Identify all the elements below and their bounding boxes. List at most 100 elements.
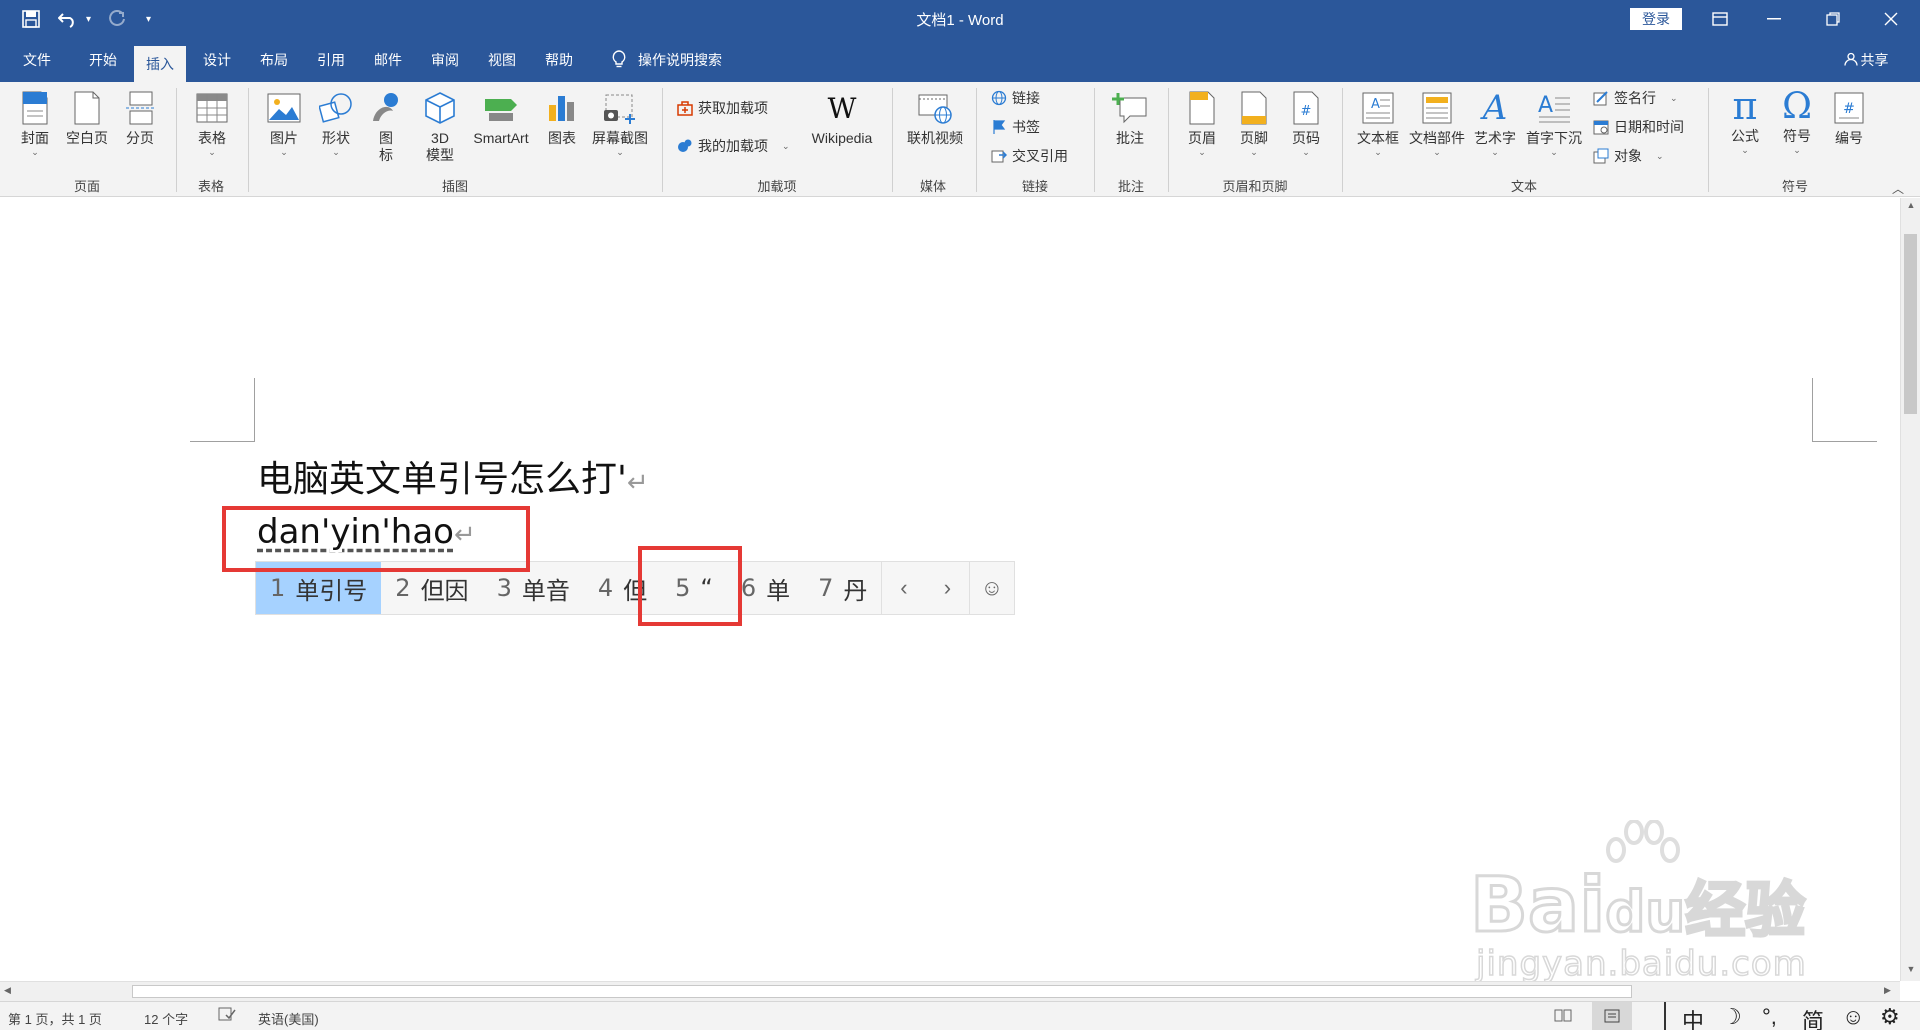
- ime-emoji-icon[interactable]: ☺: [1842, 1004, 1864, 1030]
- symbol-button[interactable]: Ω 符号 ⌄: [1774, 88, 1820, 155]
- object-button[interactable]: 对象 ⌄: [1592, 144, 1664, 168]
- comment-icon: [1112, 90, 1148, 126]
- proofing-icon[interactable]: [218, 1007, 236, 1024]
- online-video-icon: [917, 90, 953, 126]
- restore-icon[interactable]: [1810, 0, 1856, 38]
- header-button[interactable]: 页眉 ⌄: [1180, 90, 1224, 157]
- vertical-scroll-thumb[interactable]: [1904, 234, 1917, 414]
- watermark-brand-du: du: [1604, 879, 1687, 947]
- tab-home[interactable]: 开始: [76, 38, 130, 82]
- blank-page-button[interactable]: 空白页: [62, 90, 112, 147]
- screenshot-button[interactable]: 屏幕截图 ⌄: [588, 90, 652, 157]
- number-button[interactable]: # 编号: [1826, 90, 1872, 147]
- page-number-button[interactable]: # 页码 ⌄: [1284, 90, 1328, 157]
- online-video-button[interactable]: 联机视频: [900, 90, 970, 147]
- cover-page-button[interactable]: 封面 ⌄: [14, 90, 56, 157]
- tab-references[interactable]: 引用: [304, 38, 358, 82]
- close-icon[interactable]: [1868, 0, 1914, 38]
- icons-button[interactable]: 图标: [366, 90, 406, 164]
- blank-page-label: 空白页: [66, 130, 108, 146]
- equation-button[interactable]: π 公式 ⌄: [1722, 87, 1768, 156]
- store-icon: [676, 99, 694, 117]
- collapse-ribbon-icon[interactable]: ︿: [1892, 180, 1904, 197]
- ime-mode-icon[interactable]: 中: [1682, 1004, 1704, 1030]
- ime-punctuation-icon[interactable]: °,: [1762, 1004, 1777, 1030]
- word-count[interactable]: 12 个字: [144, 1009, 188, 1028]
- footer-button[interactable]: 页脚 ⌄: [1232, 90, 1276, 157]
- chevron-down-icon: ⌄: [1433, 147, 1441, 157]
- ime-settings-icon[interactable]: ⚙: [1880, 1004, 1900, 1030]
- tab-help[interactable]: 帮助: [531, 38, 587, 82]
- login-button[interactable]: 登录: [1630, 8, 1682, 30]
- smartart-label: SmartArt: [473, 130, 529, 146]
- date-time-button[interactable]: 日期和时间: [1592, 115, 1684, 139]
- document-paragraph-1[interactable]: 电脑英文单引号怎么打'↵: [257, 450, 649, 502]
- cross-reference-button[interactable]: 交叉引用: [990, 144, 1068, 168]
- link-button[interactable]: 链接: [990, 86, 1040, 110]
- scroll-right-icon[interactable]: ▶: [1884, 985, 1891, 996]
- horizontal-scrollbar[interactable]: ◀ ▶: [0, 981, 1900, 1001]
- group-label-header-footer: 页眉和页脚: [1222, 179, 1288, 194]
- quick-parts-button[interactable]: 文档部件 ⌄: [1406, 90, 1468, 157]
- tab-review[interactable]: 审阅: [418, 38, 472, 82]
- tell-me-search[interactable]: 操作说明搜索: [602, 38, 732, 82]
- tab-mailings[interactable]: 邮件: [361, 38, 415, 82]
- crop-mark: [1812, 441, 1877, 442]
- page-break-button[interactable]: 分页: [118, 90, 162, 147]
- get-addins-button[interactable]: 获取加载项: [676, 96, 768, 120]
- pictures-button[interactable]: 图片 ⌄: [262, 90, 306, 157]
- baidu-jingyan-watermark: Baidu经验 jingyan.baidu.com: [1468, 820, 1830, 985]
- ime-simplified-icon[interactable]: 简: [1802, 1004, 1824, 1030]
- new-comment-button[interactable]: 批注: [1108, 90, 1152, 147]
- signature-line-label: 签名行: [1614, 90, 1656, 106]
- vertical-scrollbar[interactable]: ▲ ▼: [1900, 198, 1920, 981]
- tab-file[interactable]: 文件: [10, 38, 64, 82]
- scroll-left-icon[interactable]: ◀: [4, 985, 11, 996]
- scroll-up-icon[interactable]: ▲: [1904, 200, 1918, 214]
- chevron-down-icon: ⌄: [332, 147, 340, 157]
- drop-cap-button[interactable]: A 首字下沉 ⌄: [1522, 90, 1586, 157]
- icons-label: 图标: [379, 130, 393, 163]
- ribbon-tab-row: 文件 开始 插入 设计 布局 引用 邮件 审阅 视图 帮助 操作说明搜索 共享: [0, 38, 1920, 82]
- tab-design[interactable]: 设计: [190, 38, 244, 82]
- minimize-icon[interactable]: [1751, 0, 1797, 38]
- chevron-down-icon: ⌄: [1491, 147, 1499, 157]
- wordart-button[interactable]: A 艺术字 ⌄: [1470, 90, 1520, 158]
- 3d-models-button[interactable]: 3D模型: [418, 90, 462, 164]
- ime-prev-page-icon[interactable]: ‹: [881, 562, 925, 614]
- ribbon-display-options-icon[interactable]: [1697, 0, 1743, 38]
- omega-icon: Ω: [1782, 85, 1812, 127]
- page-count[interactable]: 第 1 页，共 1 页: [8, 1009, 102, 1028]
- ime-next-page-icon[interactable]: ›: [925, 562, 969, 614]
- scroll-down-icon[interactable]: ▼: [1904, 964, 1918, 978]
- share-button[interactable]: 共享: [1836, 38, 1896, 82]
- my-addins-label: 我的加载项: [698, 138, 768, 154]
- signature-line-button[interactable]: 签名行 ⌄: [1592, 86, 1678, 110]
- tab-insert[interactable]: 插入: [134, 46, 186, 82]
- language-indicator[interactable]: 英语(美国): [258, 1009, 319, 1028]
- wikipedia-button[interactable]: W Wikipedia: [804, 90, 880, 147]
- bookmark-button[interactable]: 书签: [990, 115, 1040, 139]
- shapes-button[interactable]: 形状 ⌄: [314, 90, 358, 157]
- tab-layout[interactable]: 布局: [247, 38, 301, 82]
- chart-button[interactable]: 图表: [540, 90, 584, 147]
- tab-view[interactable]: 视图: [475, 38, 529, 82]
- text-box-label: 文本框: [1357, 130, 1399, 146]
- chevron-down-icon: ⌄: [280, 147, 288, 157]
- horizontal-scroll-thumb[interactable]: [132, 985, 1632, 998]
- ime-emoji-icon[interactable]: ☺: [969, 562, 1013, 614]
- header-label: 页眉: [1188, 130, 1216, 146]
- chart-label: 图表: [548, 130, 576, 146]
- table-button[interactable]: 表格 ⌄: [188, 90, 236, 157]
- share-label: 共享: [1860, 52, 1889, 68]
- chevron-down-icon: ⌄: [1198, 147, 1206, 157]
- read-mode-icon[interactable]: [1554, 1008, 1572, 1025]
- text-box-button[interactable]: A 文本框 ⌄: [1354, 90, 1402, 157]
- ime-candidate-7[interactable]: 7丹: [804, 562, 881, 614]
- watermark-url: jingyan.baidu.com: [1475, 943, 1807, 985]
- smartart-button[interactable]: SmartArt: [466, 90, 536, 147]
- drop-cap-icon: A: [1536, 90, 1572, 126]
- chevron-down-icon: ⌄: [1793, 145, 1801, 155]
- my-addins-button[interactable]: 我的加载项 ⌄: [676, 134, 790, 158]
- ime-fullwidth-icon[interactable]: ☽: [1722, 1004, 1742, 1030]
